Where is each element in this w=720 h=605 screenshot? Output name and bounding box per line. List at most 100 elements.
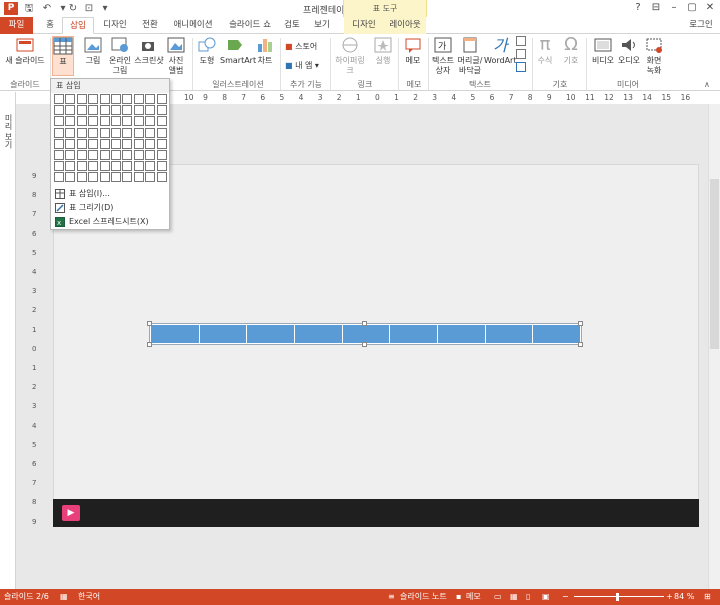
table-grid-cell[interactable] (76, 161, 87, 172)
help-button[interactable]: ? (630, 1, 646, 15)
textbox-button[interactable]: 가 텍스트 상자 (430, 36, 456, 76)
restore-button[interactable]: ▢ (684, 1, 700, 15)
table-grid-cell[interactable] (133, 172, 144, 183)
table-grid-cell[interactable] (133, 116, 144, 127)
scrollbar-thumb[interactable] (710, 179, 719, 349)
resize-handle[interactable] (578, 321, 583, 326)
slide-sorter-icon[interactable]: ▦ (510, 589, 518, 605)
table-grid-cell[interactable] (99, 105, 110, 116)
table-grid-cell[interactable] (133, 105, 144, 116)
table-grid-cell[interactable] (65, 138, 76, 149)
table-grid-cell[interactable] (65, 116, 76, 127)
table-grid-cell[interactable] (76, 116, 87, 127)
resize-handle[interactable] (147, 321, 152, 326)
zoom-slider[interactable] (574, 596, 664, 597)
table-grid-cell[interactable] (111, 150, 121, 160)
table-grid-cell[interactable] (54, 105, 64, 116)
play-icon[interactable]: ▶ (62, 505, 80, 521)
comments-icon[interactable]: ▪ (456, 589, 461, 605)
table-grid-cell[interactable] (111, 172, 121, 183)
video-button[interactable]: 비디오 (590, 36, 616, 66)
language-status[interactable]: 한국어 (78, 589, 100, 605)
table-grid-cell[interactable] (133, 94, 144, 104)
table-grid-cell[interactable] (54, 116, 64, 127)
table-grid-cell[interactable] (133, 150, 144, 160)
table-grid-cell[interactable] (156, 105, 167, 116)
table-grid-cell[interactable] (145, 116, 156, 127)
header-footer-button[interactable]: 머리글/ 바닥글 (456, 36, 484, 76)
zoom-level[interactable]: 84 % (674, 589, 694, 605)
table-grid-cell[interactable] (156, 94, 167, 104)
tab-table-design[interactable]: 디자인 (344, 17, 384, 34)
tab-slideshow[interactable]: 슬라이드 쇼 (222, 17, 278, 34)
insert-table-menu-item[interactable]: 표 삽입(I)... (51, 187, 169, 201)
table-grid-cell[interactable] (156, 161, 167, 172)
table-grid-cell[interactable] (76, 150, 87, 160)
table-grid-cell[interactable] (156, 172, 167, 183)
audio-button[interactable]: 오디오 (616, 36, 642, 66)
table-grid-cell[interactable] (76, 172, 87, 183)
vertical-scrollbar[interactable] (708, 104, 720, 589)
tab-file[interactable]: 파일 (0, 17, 33, 34)
my-apps-button[interactable]: ■ 내 앱 ▾ (285, 60, 319, 71)
tab-insert[interactable]: 삽입 (62, 17, 94, 34)
tab-animations[interactable]: 애니메이션 (168, 17, 218, 34)
table-grid-cell[interactable] (111, 94, 121, 104)
notes-icon[interactable]: ≡ (388, 589, 395, 605)
table-grid-cell[interactable] (54, 172, 64, 183)
tab-design[interactable]: 디자인 (98, 17, 132, 34)
table-grid-cell[interactable] (122, 94, 133, 104)
object-icon[interactable] (516, 62, 526, 72)
zoom-slider-thumb[interactable] (616, 593, 619, 601)
table-grid-cell[interactable] (122, 161, 133, 172)
table-grid-cell[interactable] (88, 116, 99, 127)
notes-button[interactable]: 슬라이드 노트 (400, 589, 447, 605)
table-grid-cell[interactable] (54, 127, 64, 138)
table-grid-cell[interactable] (145, 161, 156, 172)
table-grid-cell[interactable] (88, 94, 99, 104)
table-grid-cell[interactable] (133, 127, 144, 138)
table-grid-cell[interactable] (76, 94, 87, 104)
slideshow-view-icon[interactable]: ▣ (542, 589, 550, 605)
table-grid-cell[interactable] (54, 150, 64, 160)
resize-handle[interactable] (362, 342, 367, 347)
login-link[interactable]: 로그인 (684, 17, 718, 34)
table-grid-cell[interactable] (54, 94, 64, 104)
table-grid-cell[interactable] (99, 161, 110, 172)
table-grid-cell[interactable] (133, 161, 144, 172)
table-button[interactable]: 표 (52, 36, 74, 76)
table-grid-cell[interactable] (99, 138, 110, 149)
table-size-grid[interactable] (54, 94, 168, 184)
photo-album-button[interactable]: 사진 앨범 (164, 36, 188, 76)
table-grid-cell[interactable] (76, 127, 87, 138)
zoom-in-icon[interactable]: + (666, 589, 673, 605)
table-grid-cell[interactable] (65, 94, 76, 104)
text-small-buttons[interactable] (516, 36, 528, 76)
screenshot-button[interactable]: 스크린샷 (134, 36, 164, 66)
table-grid-cell[interactable] (122, 172, 133, 183)
resize-handle[interactable] (147, 342, 152, 347)
slide-thumbnail-pane[interactable]: 미리 보기 (0, 92, 16, 589)
table-grid-cell[interactable] (65, 161, 76, 172)
tab-table-layout[interactable]: 레이아웃 (384, 17, 426, 34)
table-grid-cell[interactable] (99, 94, 110, 104)
table-grid-cell[interactable] (111, 161, 121, 172)
table-grid-cell[interactable] (111, 105, 121, 116)
tab-review[interactable]: 검토 (280, 17, 304, 34)
table-grid-cell[interactable] (156, 150, 167, 160)
comments-button[interactable]: 메모 (466, 589, 481, 605)
resize-handle[interactable] (578, 342, 583, 347)
table-grid-cell[interactable] (145, 138, 156, 149)
table-grid-cell[interactable] (88, 138, 99, 149)
wordart-button[interactable]: 가 WordArt (484, 36, 516, 66)
online-picture-button[interactable]: 온라인 그림 (106, 36, 134, 76)
table-grid-cell[interactable] (65, 105, 76, 116)
chart-button[interactable]: 차트 (254, 36, 276, 66)
new-slide-button[interactable]: 새 슬라이드 (4, 36, 46, 66)
normal-view-icon[interactable]: ▭ (494, 589, 502, 605)
symbol-button[interactable]: Ω 기호 (560, 36, 582, 66)
table-grid-cell[interactable] (88, 105, 99, 116)
shapes-button[interactable]: 도형 (196, 36, 218, 66)
table-grid-cell[interactable] (111, 116, 121, 127)
table-grid-cell[interactable] (156, 127, 167, 138)
